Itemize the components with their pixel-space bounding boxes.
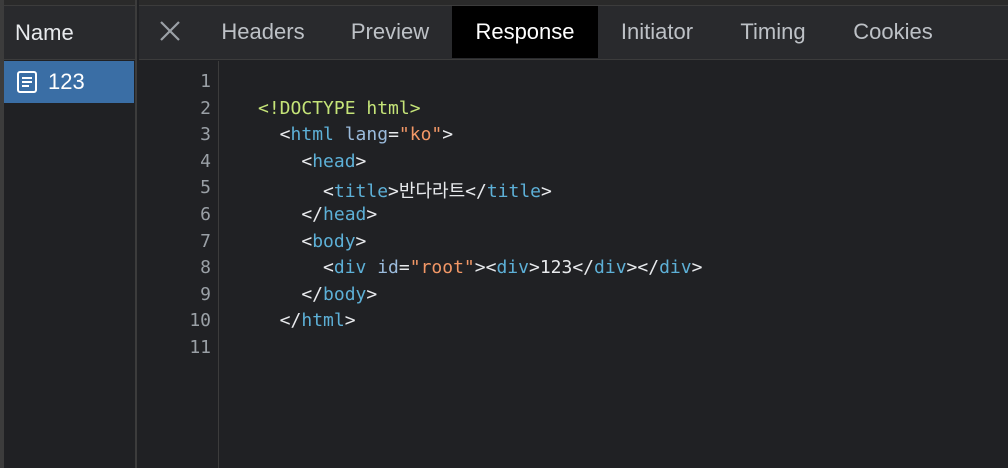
line-number: 8	[200, 257, 211, 279]
tab-cookies[interactable]: Cookies	[831, 6, 955, 58]
code-token: >	[691, 257, 703, 279]
close-button[interactable]	[157, 18, 183, 44]
line-number: 5	[200, 177, 211, 199]
line-number: 6	[200, 204, 211, 225]
line-number: 10	[189, 310, 211, 332]
code-token: >	[344, 310, 356, 332]
tab-timing[interactable]: Timing	[719, 6, 827, 58]
code-line: <title>반다라트</title>	[258, 177, 552, 203]
line-number: 9	[200, 283, 211, 305]
code-token: div	[333, 257, 367, 279]
code-token: div	[659, 257, 692, 279]
code-token: "ko"	[398, 124, 443, 146]
code-token: html	[301, 310, 345, 332]
line-number-gutter: 1 2 3 4 5 6 7 8 9 10 11	[139, 61, 219, 468]
request-item-label: 123	[48, 69, 85, 94]
code-token: </	[465, 181, 487, 203]
line-number: 4	[200, 150, 211, 172]
code-token: >	[528, 257, 540, 279]
tab-label: Headers	[221, 19, 305, 44]
name-column-label: Name	[15, 19, 74, 45]
code-token: <	[258, 124, 291, 146]
response-code-viewer[interactable]: <!DOCTYPE html> <html lang="ko"> <head> …	[220, 61, 1008, 468]
code-token: 123	[539, 257, 573, 279]
close-icon	[160, 21, 180, 41]
code-token: >	[442, 124, 454, 146]
code-token: >	[366, 283, 378, 305]
tab-label: Preview	[350, 19, 430, 44]
code-token: <!DOCTYPE html>	[258, 97, 421, 119]
tab-preview[interactable]: Preview	[329, 6, 451, 58]
code-token: >	[355, 230, 367, 252]
code-token: <	[258, 181, 334, 203]
code-token: >	[366, 204, 378, 225]
code-token: =	[388, 124, 399, 146]
code-token: <	[258, 257, 334, 279]
name-column-header[interactable]: Name	[0, 6, 135, 60]
code-line: <div id="root"><div>123</div></div>	[258, 257, 702, 278]
code-token: title	[333, 181, 389, 203]
code-token: </	[258, 204, 324, 225]
tab-initiator[interactable]: Initiator	[599, 6, 715, 58]
code-token: body	[323, 283, 367, 305]
tab-label: Initiator	[620, 19, 694, 44]
tab-label: Response	[475, 19, 575, 44]
code-line: </html>	[258, 310, 356, 331]
code-line: </body>	[258, 284, 377, 305]
code-token: <	[258, 150, 313, 172]
code-token: 반다라트	[398, 181, 466, 203]
tab-label: Cookies	[853, 19, 933, 44]
code-token: head	[323, 204, 367, 225]
code-token: ><	[474, 257, 497, 279]
document-icon	[17, 71, 37, 93]
code-line: <html lang="ko">	[258, 124, 453, 145]
line-number: 1	[200, 71, 211, 92]
code-token: >	[355, 150, 367, 172]
code-token: div	[496, 257, 529, 279]
tab-response[interactable]: Response	[452, 6, 598, 58]
tab-label: Timing	[740, 19, 806, 44]
code-token: </	[258, 283, 324, 305]
code-token: >	[388, 181, 399, 203]
code-token: title	[486, 181, 542, 203]
code-token: id	[377, 257, 399, 279]
tab-headers[interactable]: Headers	[201, 6, 325, 58]
code-token: div	[594, 257, 627, 279]
code-token: lang	[344, 124, 389, 146]
code-token: ></	[626, 257, 660, 279]
line-number: 7	[200, 230, 211, 252]
request-list-panel: Name 123	[0, 0, 137, 468]
line-number: 3	[200, 124, 211, 146]
request-item-123[interactable]: 123	[4, 61, 134, 103]
code-token: =	[398, 257, 410, 279]
code-line: </head>	[258, 204, 377, 225]
line-number: 2	[200, 97, 211, 119]
code-token: "root"	[409, 257, 475, 279]
detail-tab-bar: Headers Preview Response Initiator Timin…	[139, 0, 1008, 60]
line-number: 11	[189, 337, 211, 358]
code-token: <	[258, 230, 313, 252]
code-token: head	[312, 150, 356, 172]
code-token: </	[258, 310, 302, 332]
code-token: </	[572, 257, 595, 279]
code-line: <body>	[258, 231, 366, 252]
code-token: >	[541, 181, 552, 203]
code-token: html	[290, 124, 334, 146]
code-line: <head>	[258, 151, 366, 172]
code-token: body	[312, 230, 356, 252]
code-line: <!DOCTYPE html>	[258, 98, 421, 119]
